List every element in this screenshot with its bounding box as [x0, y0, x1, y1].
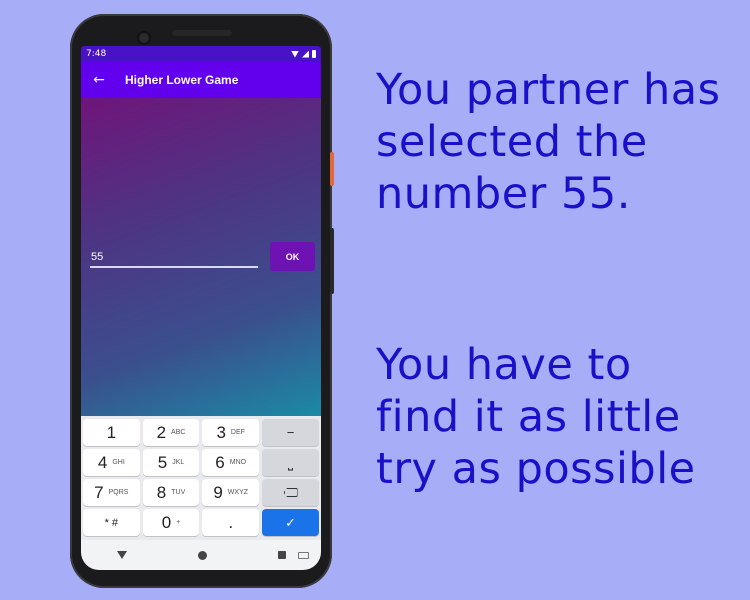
key-label: ⎵ — [287, 454, 294, 470]
key-sublabel: GHI — [112, 459, 125, 466]
keyboard-row: 4 GHI 5 JKL 6 MNO ⎵ — [83, 449, 320, 476]
key-label: 9 — [213, 482, 223, 502]
status-time: 7:48 — [86, 49, 107, 59]
ok-button[interactable]: OK — [270, 242, 315, 271]
key[interactable]: − — [262, 419, 320, 446]
key-label: 8 — [156, 482, 167, 502]
caption-text-1: You partner has selected the number 55. — [376, 65, 721, 219]
key[interactable]: . — [202, 509, 260, 536]
arrow-left-icon[interactable]: ← — [81, 72, 117, 88]
nav-recents-icon[interactable] — [277, 551, 286, 559]
signal-icon — [302, 50, 309, 58]
key-sublabel: WXYZ — [227, 489, 249, 496]
wifi-icon — [291, 50, 299, 58]
backspace-icon — [283, 488, 298, 497]
key[interactable]: 2 ABC — [142, 419, 200, 446]
status-icons — [291, 50, 316, 58]
status-bar: 7:48 — [81, 46, 321, 62]
key[interactable]: 4 GHI — [83, 449, 140, 476]
key-sublabel: PQRS — [108, 489, 129, 496]
key-label: 2 — [156, 422, 167, 442]
key-sublabel: DEF — [230, 429, 245, 436]
key-label: ✓ — [285, 514, 296, 530]
volume-button — [330, 228, 334, 294]
key[interactable]: 8 TUV — [142, 479, 200, 506]
key[interactable]: 0 + — [142, 509, 200, 536]
keyboard-row: 1 2 ABC 3 DEF − — [83, 419, 320, 446]
key-sublabel: MNO — [229, 459, 247, 466]
key-label: 1 — [106, 422, 117, 442]
keyboard-switch-icon[interactable] — [298, 551, 309, 559]
key-label: 0 — [161, 512, 172, 532]
nav-home-icon[interactable] — [197, 550, 207, 560]
app-bar: ← Higher Lower Game — [81, 62, 321, 98]
number-input[interactable] — [90, 248, 258, 268]
key-label: − — [286, 425, 295, 440]
app-title: Higher Lower Game — [125, 73, 239, 87]
front-camera — [139, 33, 149, 43]
nav-back-icon[interactable] — [116, 551, 127, 559]
key-label: . — [228, 512, 234, 532]
power-button — [330, 152, 334, 186]
key-label: * # — [104, 516, 119, 529]
keyboard-row: 7 PQRS 8 TUV 9 WXYZ — [83, 479, 320, 506]
key-label: 7 — [94, 482, 104, 502]
key-label: 6 — [215, 452, 225, 472]
earpiece-speaker — [172, 30, 232, 36]
key[interactable]: 3 DEF — [202, 419, 260, 446]
key-sublabel: TUV — [171, 489, 186, 496]
keyboard-row: * #0 +. ✓ — [83, 509, 320, 536]
caption-text-2: You have to find it as little try as pos… — [376, 340, 696, 494]
key-label: 3 — [216, 422, 226, 442]
battery-icon — [312, 50, 316, 58]
key-backspace[interactable] — [262, 479, 320, 506]
key-sublabel: JKL — [172, 459, 185, 466]
key[interactable]: 9 WXYZ — [202, 479, 260, 506]
key[interactable]: * # — [83, 509, 140, 536]
key-enter[interactable]: ✓ — [262, 509, 320, 536]
key[interactable]: 6 MNO — [202, 449, 260, 476]
key-label: 4 — [97, 452, 108, 472]
key[interactable]: ⎵ — [262, 449, 320, 476]
navigation-bar — [81, 540, 321, 570]
key[interactable]: 5 JKL — [142, 449, 200, 476]
game-content: OK — [81, 98, 321, 416]
key-sublabel: + — [176, 519, 181, 526]
key-sublabel: ABC — [171, 429, 186, 436]
phone-screen: 7:48 ← Higher Lower Game OK 1 2 ABC 3 DEF − 4G… — [81, 46, 321, 570]
key-label: 5 — [157, 452, 168, 472]
key[interactable]: 1 — [83, 419, 140, 446]
key[interactable]: 7 PQRS — [83, 479, 140, 506]
numeric-keyboard: 1 2 ABC 3 DEF − 4 GHI 5 JKL 6 MNO ⎵ 7 PQRS 8 TUV 9 WXYZ * #… — [81, 416, 321, 540]
